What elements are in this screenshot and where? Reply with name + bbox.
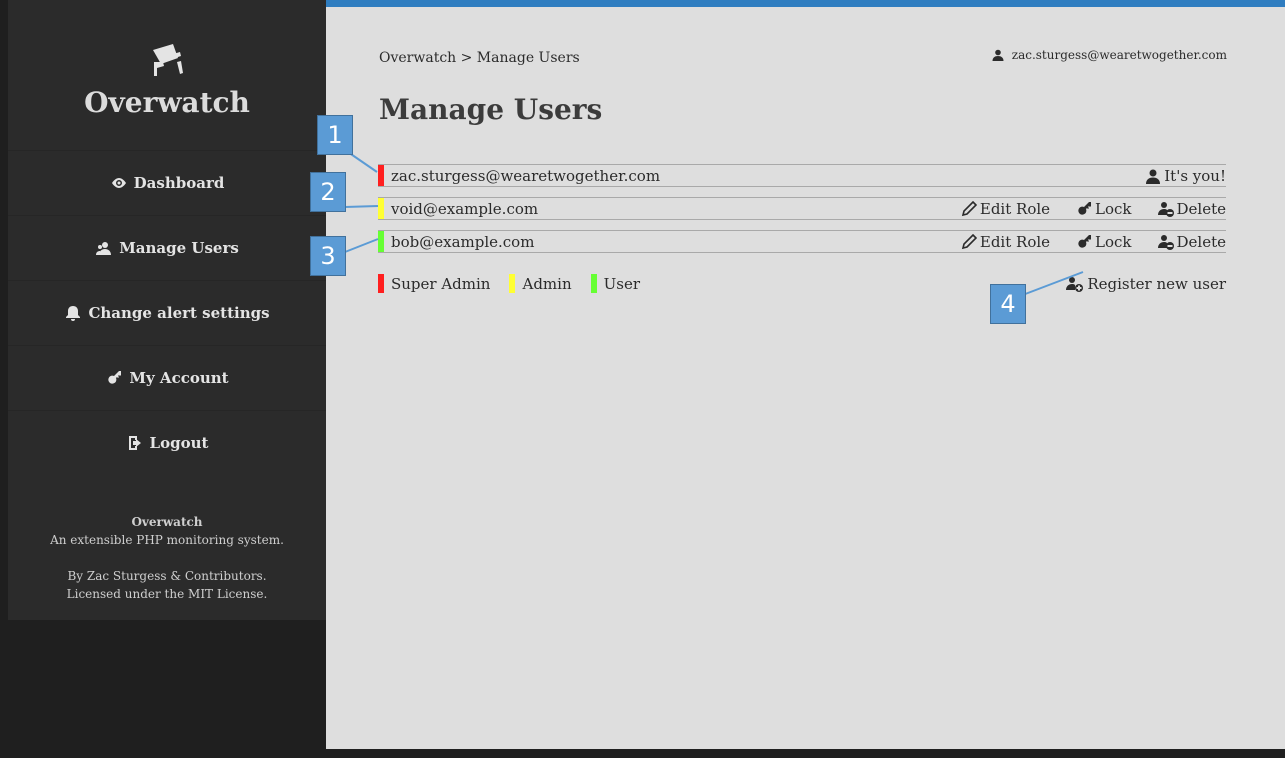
legend-label: Super Admin (391, 274, 491, 293)
sidebar-item-my-account[interactable]: My Account (8, 345, 326, 410)
remove-user-icon (1157, 201, 1174, 217)
lock-label: Lock (1095, 232, 1132, 251)
lock-label: Lock (1095, 199, 1132, 218)
delete-button[interactable]: Delete (1157, 199, 1226, 218)
legend-swatch (509, 274, 516, 293)
user-email: void@example.com (391, 199, 539, 218)
main-content: Overwatch > Manage Users zac.sturgess@we… (326, 0, 1285, 749)
role-legend: Super Admin Admin User Register new user (378, 274, 1226, 293)
self-label: It's you! (1164, 166, 1226, 185)
key-icon (1078, 201, 1092, 215)
footer-credit: By Zac Sturgess & Contributors. (67, 569, 267, 583)
sidebar-item-change-alert-settings[interactable]: Change alert settings (8, 280, 326, 345)
footer-license: Licensed under the MIT License. (8, 587, 326, 601)
user-icon (992, 49, 1004, 61)
sidebar-item-manage-users[interactable]: Manage Users (8, 215, 326, 280)
legend-item-super-admin: Super Admin (378, 274, 490, 293)
register-new-user-button[interactable]: Register new user (1066, 275, 1226, 293)
table-row: void@example.com Edit Role Lock Delete (378, 197, 1226, 220)
footer-app-name: Overwatch (131, 515, 203, 529)
delete-label: Delete (1176, 199, 1226, 218)
breadcrumb: Overwatch > Manage Users (379, 50, 580, 66)
license-suffix: . (263, 587, 268, 601)
sidebar-item-label: Change alert settings (88, 304, 270, 322)
edit-role-label: Edit Role (979, 199, 1051, 218)
remove-user-icon (1157, 234, 1174, 250)
callout-marker-2: 2 (310, 172, 346, 212)
bell-icon (64, 305, 82, 321)
row-actions: Edit Role Lock Delete (935, 233, 1226, 251)
callout-marker-3: 3 (310, 236, 346, 276)
pencil-icon (961, 200, 977, 216)
sidebar-item-label: Manage Users (119, 239, 239, 257)
app-title: Overwatch (84, 86, 250, 119)
role-indicator-super-admin (378, 165, 384, 186)
logout-icon (126, 435, 144, 451)
sidebar-item-logout[interactable]: Logout (8, 410, 326, 475)
key-icon (1078, 234, 1092, 248)
security-camera-icon (153, 44, 183, 76)
sidebar-item-label: My Account (129, 369, 229, 387)
edit-role-label: Edit Role (979, 232, 1051, 251)
lock-button[interactable]: Lock (1076, 232, 1132, 251)
user-email: bob@example.com (391, 232, 535, 251)
table-row: bob@example.com Edit Role Lock Delete (378, 230, 1226, 253)
legend-item-user: User (590, 274, 640, 293)
eye-icon (110, 175, 128, 191)
key-icon (105, 370, 123, 386)
pencil-icon (961, 233, 977, 249)
footer-tagline: An extensible PHP monitoring system. (50, 533, 284, 547)
user-icon (1146, 169, 1161, 184)
user-email: zac.sturgess@wearetwogether.com (391, 166, 661, 185)
lock-button[interactable]: Lock (1076, 199, 1132, 218)
row-actions: Edit Role Lock Delete (935, 200, 1226, 218)
legend-label: User (603, 274, 640, 293)
page-title: Manage Users (379, 93, 603, 126)
logo: Overwatch (8, 0, 326, 150)
register-label: Register new user (1087, 274, 1226, 293)
delete-button[interactable]: Delete (1157, 232, 1226, 251)
edit-role-button[interactable]: Edit Role (961, 200, 1050, 218)
legend-swatch (378, 274, 384, 293)
mit-license-link[interactable]: MIT License (188, 587, 263, 601)
role-indicator-admin (378, 198, 384, 219)
sidebar: Overwatch Dashboard Manage Users Change … (8, 0, 326, 620)
license-prefix: Licensed under the (66, 587, 189, 601)
add-user-icon (1066, 276, 1084, 292)
delete-label: Delete (1176, 232, 1226, 251)
sidebar-item-dashboard[interactable]: Dashboard (8, 150, 326, 215)
user-list: zac.sturgess@wearetwogether.com It's you… (378, 164, 1226, 263)
sidebar-item-label: Dashboard (133, 174, 225, 192)
sidebar-footer: Overwatch An extensible PHP monitoring s… (8, 515, 326, 601)
sidebar-item-label: Logout (149, 434, 209, 452)
table-row: zac.sturgess@wearetwogether.com It's you… (378, 164, 1226, 187)
role-indicator-user (378, 231, 384, 252)
callout-marker-1: 1 (317, 115, 353, 155)
current-user-email: zac.sturgess@wearetwogether.com (1011, 48, 1227, 62)
legend-label: Admin (522, 274, 572, 293)
legend-swatch (590, 274, 597, 293)
legend-item-admin: Admin (509, 274, 572, 293)
row-actions: It's you! (1119, 167, 1226, 185)
callout-marker-4: 4 (990, 284, 1026, 324)
edit-role-button[interactable]: Edit Role (961, 233, 1050, 251)
current-user[interactable]: zac.sturgess@wearetwogether.com (992, 48, 1227, 62)
users-icon (95, 240, 113, 256)
self-indicator: It's you! (1145, 167, 1226, 185)
